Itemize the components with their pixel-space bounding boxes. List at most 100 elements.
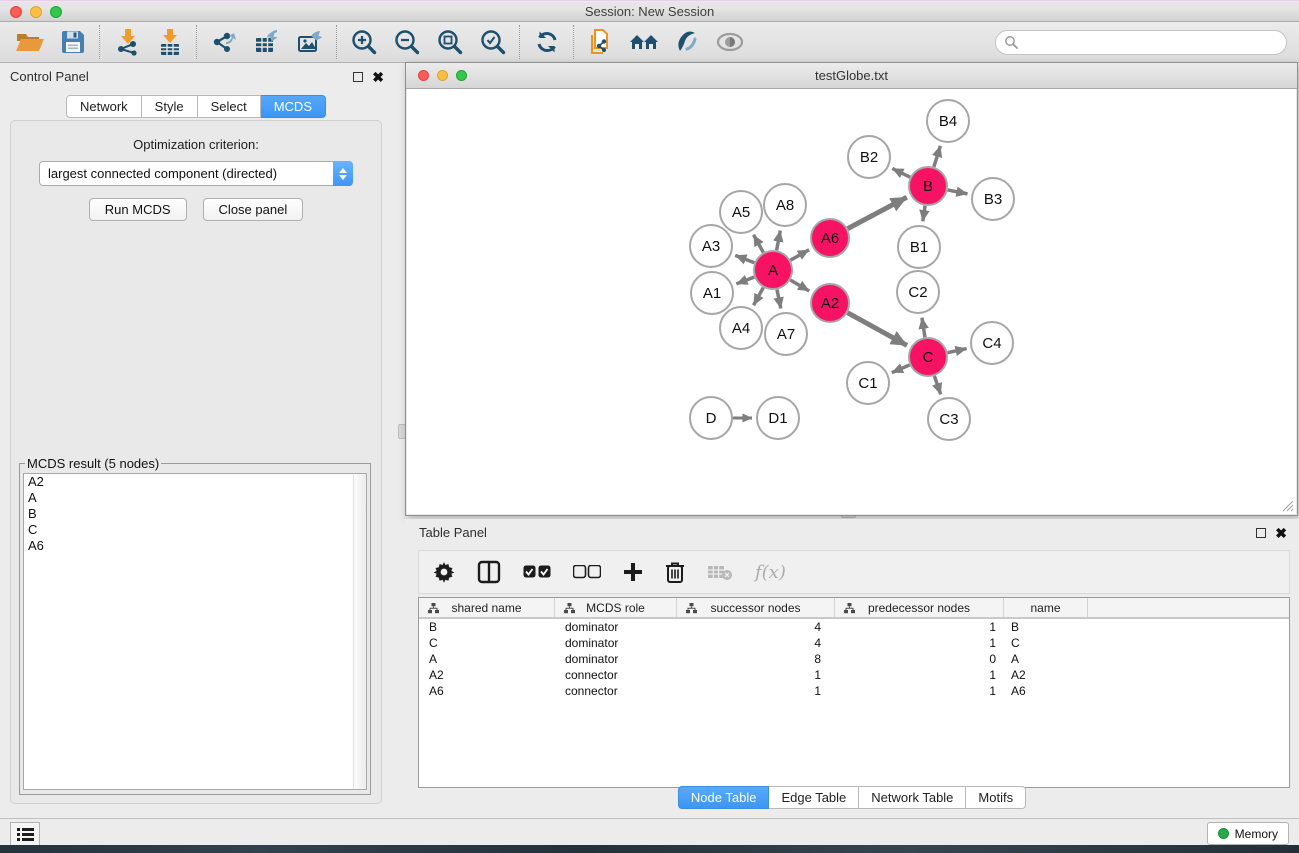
- zoom-window-button[interactable]: [50, 6, 62, 18]
- home-view-button[interactable]: [622, 24, 665, 60]
- refresh-network-button[interactable]: [525, 24, 568, 60]
- close-window-button[interactable]: [10, 6, 22, 18]
- resize-grip-icon[interactable]: [1280, 498, 1294, 512]
- graph-node-A1[interactable]: A1: [691, 272, 733, 314]
- graph-node-A3[interactable]: A3: [690, 225, 732, 267]
- close-panel-icon[interactable]: ✖: [372, 72, 384, 82]
- graph-node-B2[interactable]: B2: [848, 136, 890, 178]
- close-network-window-button[interactable]: [418, 70, 429, 81]
- tab-network[interactable]: Network: [66, 95, 142, 118]
- edge-A-A3[interactable]: [735, 255, 754, 262]
- zoom-network-window-button[interactable]: [456, 70, 467, 81]
- mcds-result-item[interactable]: A6: [24, 538, 366, 554]
- edge-A-A6[interactable]: [790, 250, 809, 260]
- mcds-result-item[interactable]: A: [24, 490, 366, 506]
- edge-A6-B[interactable]: [848, 197, 907, 228]
- birds-eye-view-button[interactable]: [708, 24, 751, 60]
- delete-button[interactable]: [665, 561, 685, 583]
- duplicate-network-button[interactable]: [579, 24, 622, 60]
- mcds-result-list[interactable]: A2ABCA6: [23, 473, 367, 790]
- scrollbar-track[interactable]: [353, 474, 366, 789]
- edge-C-C3[interactable]: [934, 376, 940, 394]
- zoom-selected-button[interactable]: [471, 24, 514, 60]
- import-network-button[interactable]: [105, 24, 148, 60]
- table-row[interactable]: Cdominator41C: [419, 635, 1289, 651]
- export-network-button[interactable]: [202, 24, 245, 60]
- open-session-button[interactable]: [8, 24, 51, 60]
- graph-node-A2[interactable]: A2: [811, 284, 849, 322]
- tab-edge-table[interactable]: Edge Table: [769, 786, 859, 809]
- graph-node-A7[interactable]: A7: [765, 313, 807, 355]
- edge-A-A1[interactable]: [736, 277, 754, 284]
- graph-node-C[interactable]: C: [909, 338, 947, 376]
- zoom-out-button[interactable]: [385, 24, 428, 60]
- graph-node-D1[interactable]: D1: [757, 397, 799, 439]
- tab-node-table[interactable]: Node Table: [678, 786, 770, 809]
- select-all-button[interactable]: [523, 565, 551, 579]
- tab-mcds[interactable]: MCDS: [261, 95, 326, 118]
- export-image-button[interactable]: [288, 24, 331, 60]
- zoom-actual-size-button[interactable]: [428, 24, 471, 60]
- column-header-shared-name[interactable]: shared name: [419, 598, 555, 617]
- table-row[interactable]: Bdominator41B: [419, 619, 1289, 635]
- edge-A-A2[interactable]: [790, 280, 809, 291]
- graph-node-A[interactable]: A: [754, 251, 792, 289]
- export-table-button[interactable]: [245, 24, 288, 60]
- edge-B-B2[interactable]: [892, 168, 910, 177]
- toggle-graphics-details-button[interactable]: [665, 24, 708, 60]
- graph-node-B3[interactable]: B3: [972, 178, 1014, 220]
- graph-node-C2[interactable]: C2: [897, 271, 939, 313]
- column-header-predecessor-nodes[interactable]: predecessor nodes: [835, 598, 1004, 617]
- search-field[interactable]: [995, 30, 1287, 55]
- criterion-select[interactable]: largest connected component (directed): [39, 161, 353, 186]
- graph-node-B4[interactable]: B4: [927, 100, 969, 142]
- save-session-button[interactable]: [51, 24, 94, 60]
- edge-B-B3[interactable]: [948, 190, 968, 194]
- close-table-panel-icon[interactable]: ✖: [1275, 528, 1287, 538]
- import-table-button[interactable]: [148, 24, 191, 60]
- network-canvas[interactable]: B4B2BB3A5A8A6A3B1AA1C2A2A4A7CC4C1C3DD1: [407, 89, 1296, 514]
- graph-node-A4[interactable]: A4: [720, 307, 762, 349]
- column-header-name[interactable]: name: [1004, 598, 1088, 617]
- graph-node-A8[interactable]: A8: [764, 184, 806, 226]
- edge-B-B1[interactable]: [923, 206, 925, 221]
- graph-node-C4[interactable]: C4: [971, 322, 1013, 364]
- mcds-result-item[interactable]: A2: [24, 474, 366, 490]
- edge-A2-C[interactable]: [848, 313, 907, 346]
- edge-C-C2[interactable]: [922, 318, 925, 338]
- task-history-button[interactable]: [10, 822, 40, 847]
- edge-A-A8[interactable]: [777, 231, 781, 251]
- minimize-window-button[interactable]: [30, 6, 42, 18]
- mcds-result-item[interactable]: B: [24, 506, 366, 522]
- graph-node-B[interactable]: B: [909, 167, 947, 205]
- tab-motifs[interactable]: Motifs: [966, 786, 1026, 809]
- graph-node-C1[interactable]: C1: [847, 362, 889, 404]
- graph-node-D[interactable]: D: [690, 397, 732, 439]
- table-row[interactable]: A6connector11A6: [419, 683, 1289, 699]
- delete-column-button[interactable]: [707, 563, 733, 581]
- add-column-button[interactable]: [623, 562, 643, 582]
- tab-network-table[interactable]: Network Table: [859, 786, 966, 809]
- float-table-panel-icon[interactable]: [1256, 528, 1266, 538]
- memory-button[interactable]: Memory: [1207, 822, 1289, 845]
- minimize-network-window-button[interactable]: [437, 70, 448, 81]
- graph-node-A5[interactable]: A5: [720, 191, 762, 233]
- table-row[interactable]: Adominator80A: [419, 651, 1289, 667]
- mcds-result-item[interactable]: C: [24, 522, 366, 538]
- table-row[interactable]: A2connector11A2: [419, 667, 1289, 683]
- edge-A-A5[interactable]: [754, 235, 764, 253]
- tab-select[interactable]: Select: [198, 95, 261, 118]
- function-builder-button[interactable]: f(x): [755, 562, 786, 583]
- table-mode-button[interactable]: [433, 561, 455, 583]
- zoom-in-button[interactable]: [342, 24, 385, 60]
- show-columns-button[interactable]: [477, 560, 501, 584]
- run-mcds-button[interactable]: Run MCDS: [89, 198, 187, 221]
- edge-C-C1[interactable]: [892, 365, 910, 373]
- edge-A-A4[interactable]: [754, 288, 764, 306]
- column-header-MCDS-role[interactable]: MCDS role: [555, 598, 677, 617]
- edge-A-A7[interactable]: [777, 290, 781, 309]
- graph-node-C3[interactable]: C3: [928, 398, 970, 440]
- graph-node-B1[interactable]: B1: [898, 226, 940, 268]
- edge-B-B4[interactable]: [934, 146, 940, 167]
- network-graph[interactable]: B4B2BB3A5A8A6A3B1AA1C2A2A4A7CC4C1C3DD1: [407, 89, 1298, 515]
